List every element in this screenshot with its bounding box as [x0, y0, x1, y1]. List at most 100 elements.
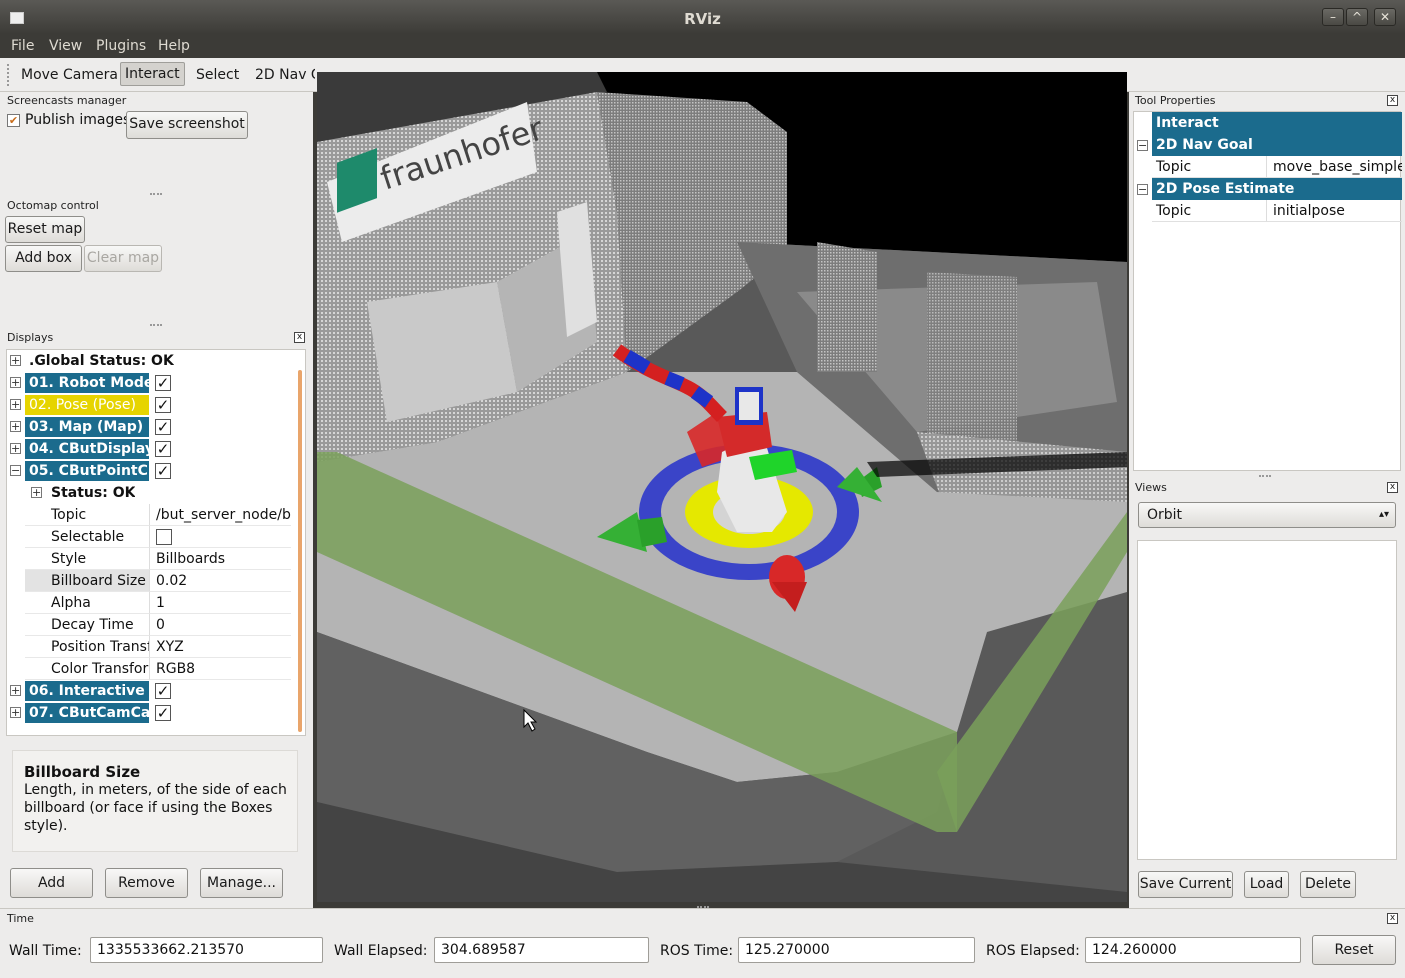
menu-view[interactable]: View [49, 38, 82, 54]
property-row[interactable]: Style Billboards [7, 548, 291, 570]
minimize-icon[interactable]: – [1322, 8, 1344, 26]
tool-properties-tree[interactable]: Interact − 2D Nav Goal Topic move_base_s… [1133, 111, 1402, 471]
property-value[interactable] [149, 526, 291, 548]
tree-row[interactable]: − 05. CButPointClo ✓ [7, 460, 291, 482]
splitter-handle[interactable] [150, 193, 162, 195]
ros-time-field[interactable]: 125.270000 [738, 937, 975, 963]
selectable-checkbox[interactable] [156, 529, 172, 545]
tree-row[interactable]: + .Global Status: OK [7, 350, 291, 372]
tool-2d-nav-goal[interactable]: 2D Nav Goal [251, 64, 315, 88]
expand-icon[interactable]: + [10, 377, 21, 388]
add-box-button[interactable]: Add box [5, 245, 82, 272]
menu-help[interactable]: Help [158, 38, 190, 54]
display-cbutpointcloud[interactable]: 05. CButPointClo [25, 461, 149, 481]
property-row[interactable]: Color Transfor RGB8 [7, 658, 291, 680]
property-value[interactable]: Billboards [149, 548, 291, 570]
remove-display-button[interactable]: Remove [105, 868, 188, 898]
menu-file[interactable]: File [11, 38, 34, 54]
description-text: Length, in meters, of the side of each b… [24, 782, 287, 834]
property-row[interactable]: Selectable [7, 526, 291, 548]
tool-nav-goal-row[interactable]: 2D Nav Goal [1152, 134, 1402, 156]
reset-map-button[interactable]: Reset map [5, 216, 85, 243]
delete-view-button[interactable]: Delete [1300, 871, 1356, 898]
view-type-select[interactable]: Orbit ▴▾ [1138, 502, 1396, 528]
display-enabled-checkbox[interactable]: ✓ [155, 683, 171, 699]
display-robot-model[interactable]: 01. Robot Model [25, 373, 149, 393]
tree-row[interactable]: + 01. Robot Model ✓ [7, 372, 291, 394]
property-value[interactable]: XYZ [149, 636, 291, 658]
display-enabled-checkbox[interactable]: ✓ [155, 397, 171, 413]
display-cbutdisplay[interactable]: 04. CButDisplay ( [25, 439, 149, 459]
render-viewport[interactable]: fraunhofer [317, 72, 1127, 902]
toolbar-grip[interactable] [7, 64, 11, 86]
collapse-icon[interactable]: − [1137, 140, 1148, 151]
property-row[interactable]: Position Transf XYZ [7, 636, 291, 658]
property-value[interactable]: 0.02 [149, 570, 291, 592]
displays-tree[interactable]: + .Global Status: OK + 01. Robot Model ✓… [6, 349, 306, 736]
property-value[interactable]: RGB8 [149, 658, 291, 680]
splitter-handle[interactable] [697, 906, 709, 908]
menu-plugins[interactable]: Plugins [96, 38, 146, 54]
close-icon[interactable]: x [1387, 482, 1398, 493]
saved-views-list[interactable] [1137, 540, 1397, 860]
expand-icon[interactable]: + [10, 421, 21, 432]
close-icon[interactable]: x [1387, 95, 1398, 106]
display-enabled-checkbox[interactable]: ✓ [155, 705, 171, 721]
collapse-icon[interactable]: − [1137, 184, 1148, 195]
add-display-button[interactable]: Add [10, 868, 93, 898]
expand-icon[interactable]: + [10, 443, 21, 454]
collapse-icon[interactable]: − [10, 465, 21, 476]
property-value[interactable]: /but_server_node/b [149, 504, 291, 526]
tool-pose-estimate-row[interactable]: 2D Pose Estimate [1152, 178, 1402, 200]
tree-row[interactable]: + 04. CButDisplay ( ✓ [7, 438, 291, 460]
maximize-icon[interactable]: ^ [1346, 8, 1368, 26]
publish-images-checkbox[interactable]: ✔ [7, 114, 20, 127]
display-enabled-checkbox[interactable]: ✓ [155, 463, 171, 479]
tool-interact[interactable]: Interact [120, 62, 185, 86]
expand-icon[interactable]: + [31, 487, 42, 498]
save-current-button[interactable]: Save Current [1138, 871, 1233, 898]
close-icon[interactable]: x [294, 332, 305, 343]
expand-icon[interactable]: + [10, 399, 21, 410]
property-row[interactable]: Topic /but_server_node/b [7, 504, 291, 526]
tree-row[interactable]: + Status: OK [7, 482, 291, 504]
load-view-button[interactable]: Load [1244, 871, 1289, 898]
save-screenshot-button[interactable]: Save screenshot [126, 111, 248, 139]
wall-elapsed-field[interactable]: 304.689587 [434, 937, 649, 963]
close-icon[interactable]: x [1387, 913, 1398, 924]
manage-displays-button[interactable]: Manage... [200, 868, 283, 898]
tree-row[interactable]: + 07. CButCamCast ✓ [7, 702, 291, 724]
display-map[interactable]: 03. Map (Map) [25, 417, 149, 437]
splitter-handle[interactable] [1259, 475, 1271, 477]
tool-interact-row[interactable]: Interact [1152, 112, 1402, 134]
display-pose[interactable]: 02. Pose (Pose) [25, 395, 149, 415]
property-row[interactable]: Billboard Size 0.02 [7, 570, 291, 592]
property-value[interactable]: 1 [149, 592, 291, 614]
tool-move-camera[interactable]: Move Camera [17, 64, 122, 88]
wall-time-field[interactable]: 1335533662.213570 [90, 937, 323, 963]
scene-render[interactable]: fraunhofer [317, 72, 1127, 902]
ros-elapsed-field[interactable]: 124.260000 [1085, 937, 1301, 963]
property-row[interactable]: Decay Time 0 [7, 614, 291, 636]
expand-icon[interactable]: + [10, 685, 21, 696]
splitter-handle[interactable] [150, 324, 162, 326]
tool-select[interactable]: Select [192, 64, 243, 88]
tree-row[interactable]: + 03. Map (Map) ✓ [7, 416, 291, 438]
expand-icon[interactable]: + [10, 355, 21, 366]
display-enabled-checkbox[interactable]: ✓ [155, 419, 171, 435]
display-enabled-checkbox[interactable]: ✓ [155, 375, 171, 391]
scrollbar[interactable] [298, 370, 302, 732]
property-value[interactable]: move_base_simple [1266, 156, 1402, 178]
expand-icon[interactable]: + [10, 707, 21, 718]
close-icon[interactable]: ✕ [1374, 8, 1396, 26]
property-value[interactable]: 0 [149, 614, 291, 636]
screencasts-title: Screencasts manager [7, 94, 127, 107]
display-cbutcamcast[interactable]: 07. CButCamCast [25, 703, 149, 723]
reset-time-button[interactable]: Reset [1312, 935, 1396, 965]
property-row[interactable]: Alpha 1 [7, 592, 291, 614]
display-enabled-checkbox[interactable]: ✓ [155, 441, 171, 457]
display-interactive-markers[interactable]: 06. Interactive M [25, 681, 149, 701]
tree-row[interactable]: + 06. Interactive M ✓ [7, 680, 291, 702]
property-value[interactable]: initialpose [1266, 200, 1402, 222]
tree-row[interactable]: + 02. Pose (Pose) ✓ [7, 394, 291, 416]
